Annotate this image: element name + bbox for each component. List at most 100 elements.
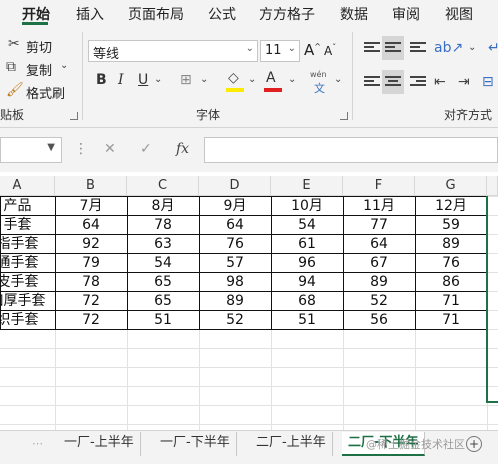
header-cell[interactable]: 产品 xyxy=(0,197,55,216)
font-size-select[interactable]: 11 ⌄ xyxy=(260,40,300,62)
data-cell[interactable]: 加厚手套 xyxy=(0,292,55,311)
data-cell[interactable]: 72 xyxy=(55,311,127,330)
column-header[interactable]: B xyxy=(55,176,127,196)
tab-insert[interactable]: 插入 xyxy=(76,4,104,24)
data-cell[interactable]: 94 xyxy=(271,273,343,292)
increase-indent-icon[interactable]: ⇥ xyxy=(458,74,470,90)
phonetic-guide-button[interactable]: 文 xyxy=(314,80,325,96)
formula-input[interactable] xyxy=(204,137,498,163)
data-cell[interactable]: 71 xyxy=(415,292,487,311)
align-bottom-icon[interactable] xyxy=(410,42,426,56)
header-cell[interactable]: 7月 xyxy=(55,197,127,216)
data-cell[interactable]: 86 xyxy=(415,273,487,292)
chevron-down-icon[interactable]: ⌄ xyxy=(60,60,68,71)
sheet-tab-3[interactable]: 二厂-上半年 xyxy=(250,432,333,456)
data-cell[interactable]: 59 xyxy=(415,216,487,235)
worksheet-grid[interactable]: A B C D E F G 产品 7月 8月 9月 10月 11月 12月 手套 64 78 64 54 77 59 指手… xyxy=(0,172,498,444)
data-cell[interactable]: 89 xyxy=(343,273,415,292)
text-orientation-icon[interactable]: ab↗ xyxy=(434,40,463,56)
data-cell[interactable]: 63 xyxy=(127,235,199,254)
column-header[interactable]: A xyxy=(0,176,55,196)
data-cell[interactable]: 96 xyxy=(271,254,343,273)
merge-center-icon[interactable]: ⊟ xyxy=(482,74,494,90)
column-header[interactable]: G xyxy=(415,176,487,196)
data-cell[interactable]: 54 xyxy=(127,254,199,273)
data-cell[interactable]: 71 xyxy=(415,311,487,330)
chevron-down-icon[interactable]: ⌄ xyxy=(468,42,476,53)
underline-button[interactable]: U xyxy=(138,72,148,88)
data-cell[interactable]: 52 xyxy=(199,311,271,330)
align-right-icon[interactable] xyxy=(410,76,426,90)
chevron-down-icon[interactable]: ⌄ xyxy=(288,74,296,85)
borders-icon[interactable]: ⊞ xyxy=(180,72,192,88)
chevron-down-icon[interactable]: ⌄ xyxy=(248,74,256,85)
tab-fangfang-grid[interactable]: 方方格子 xyxy=(259,4,315,24)
name-box[interactable]: ▼ xyxy=(0,137,62,163)
align-left-icon[interactable] xyxy=(364,76,380,90)
column-header[interactable]: C xyxy=(127,176,199,196)
data-cell[interactable]: 98 xyxy=(199,273,271,292)
header-cell[interactable]: 8月 xyxy=(127,197,199,216)
tab-home[interactable]: 开始 xyxy=(22,4,50,24)
data-cell[interactable]: 89 xyxy=(199,292,271,311)
chevron-down-icon[interactable]: ⌄ xyxy=(334,74,342,85)
data-cell[interactable]: 52 xyxy=(343,292,415,311)
data-cell[interactable]: 68 xyxy=(271,292,343,311)
data-cell[interactable]: 56 xyxy=(343,311,415,330)
data-cell[interactable]: 57 xyxy=(199,254,271,273)
tab-view[interactable]: 视图 xyxy=(445,4,473,24)
data-cell[interactable]: 61 xyxy=(271,235,343,254)
data-cell[interactable]: 64 xyxy=(343,235,415,254)
data-cell[interactable]: 92 xyxy=(55,235,127,254)
data-cell[interactable]: 78 xyxy=(55,273,127,292)
data-cell[interactable]: 指手套 xyxy=(0,235,55,254)
confirm-entry-icon[interactable]: ✓ xyxy=(140,141,152,157)
tab-formulas[interactable]: 公式 xyxy=(208,4,236,24)
data-cell[interactable]: 51 xyxy=(127,311,199,330)
italic-button[interactable]: I xyxy=(118,72,124,88)
column-header-extra[interactable] xyxy=(487,176,498,196)
data-cell[interactable]: 65 xyxy=(127,273,199,292)
format-painter-button[interactable]: 格式刷 xyxy=(26,83,65,102)
scroll-sheets-left-icon[interactable]: ⋯ xyxy=(32,437,43,450)
data-cell[interactable]: 织手套 xyxy=(0,311,55,330)
fill-color-icon[interactable]: ◇ xyxy=(228,70,239,86)
font-name-select[interactable]: 等线 ⌄ xyxy=(88,40,258,62)
wrap-text-icon[interactable]: ↵ xyxy=(488,40,498,56)
clipboard-launcher-icon[interactable] xyxy=(70,112,78,120)
copy-button[interactable]: 复制 xyxy=(26,60,52,79)
data-cell[interactable]: 64 xyxy=(199,216,271,235)
add-sheet-button[interactable]: + xyxy=(466,436,482,452)
data-cell[interactable]: 76 xyxy=(415,254,487,273)
tab-page-layout[interactable]: 页面布局 xyxy=(128,4,184,24)
data-cell[interactable]: 77 xyxy=(343,216,415,235)
tab-data[interactable]: 数据 xyxy=(340,4,368,24)
data-cell[interactable]: 手套 xyxy=(0,216,55,235)
data-cell[interactable]: 皮手套 xyxy=(0,273,55,292)
increase-font-button[interactable]: A^ xyxy=(304,41,321,59)
insert-function-button[interactable]: fx xyxy=(176,141,189,157)
data-cell[interactable]: 89 xyxy=(415,235,487,254)
decrease-indent-icon[interactable]: ⇤ xyxy=(434,74,446,90)
sheet-tab-1[interactable]: 一厂-上半年 xyxy=(58,432,141,456)
sheet-tab-2[interactable]: 一厂-下半年 xyxy=(154,432,237,456)
header-cell[interactable]: 12月 xyxy=(415,197,487,216)
data-cell[interactable]: 51 xyxy=(271,311,343,330)
header-cell[interactable]: 11月 xyxy=(343,197,415,216)
bold-button[interactable]: B xyxy=(96,72,107,88)
data-cell[interactable]: 79 xyxy=(55,254,127,273)
column-header[interactable]: E xyxy=(271,176,343,196)
decrease-font-button[interactable]: Aˇ xyxy=(324,43,336,58)
data-cell[interactable]: 54 xyxy=(271,216,343,235)
cut-button[interactable]: 剪切 xyxy=(26,37,52,56)
align-top-icon[interactable] xyxy=(364,42,380,56)
data-cell[interactable]: 72 xyxy=(55,292,127,311)
data-cell[interactable]: 65 xyxy=(127,292,199,311)
data-cell[interactable]: 64 xyxy=(55,216,127,235)
header-cell[interactable]: 10月 xyxy=(271,197,343,216)
chevron-down-icon[interactable]: ⌄ xyxy=(154,74,162,85)
data-cell[interactable]: 78 xyxy=(127,216,199,235)
header-cell[interactable]: 9月 xyxy=(199,197,271,216)
column-header[interactable]: F xyxy=(343,176,415,196)
data-cell[interactable]: 76 xyxy=(199,235,271,254)
